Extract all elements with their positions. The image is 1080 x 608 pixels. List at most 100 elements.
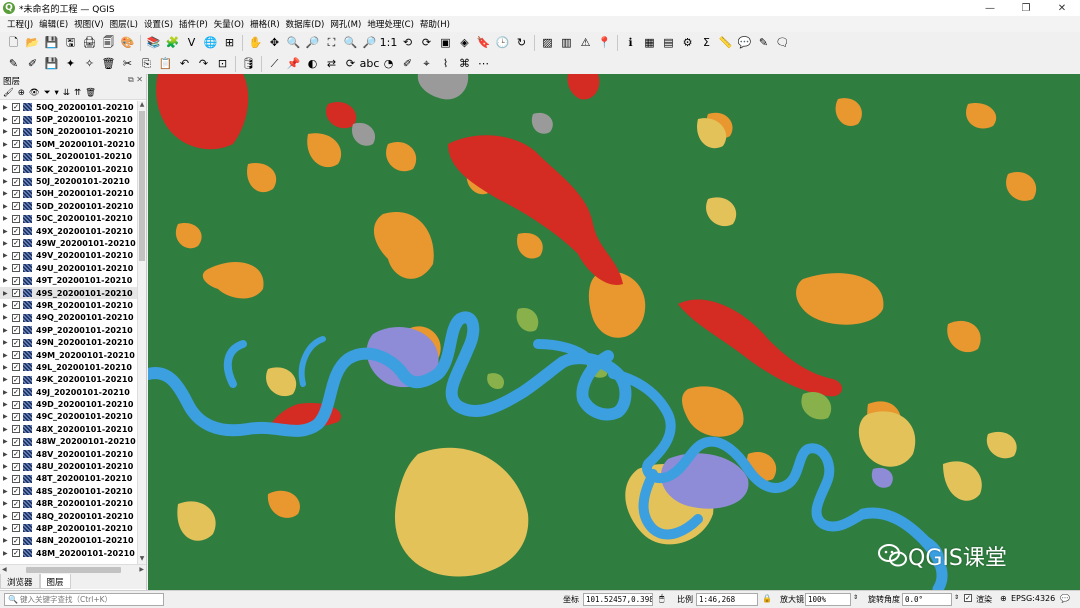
rotation-field[interactable]: 0.0° xyxy=(902,593,952,606)
add-vector-icon[interactable]: V xyxy=(184,35,200,51)
expand-arrow-icon[interactable]: ▶ xyxy=(3,451,12,458)
label-show-icon[interactable]: ◐ xyxy=(305,56,321,72)
layer-row[interactable]: ▶ ✓ 49P_20200101-20210 xyxy=(0,324,146,336)
expand-arrow-icon[interactable]: ▶ xyxy=(3,277,12,284)
style-manager-icon[interactable]: 🎨 xyxy=(120,35,136,51)
layer-row[interactable]: ▶ ✓ 49D_20200101-20210 xyxy=(0,398,146,410)
expand-arrow-icon[interactable]: ▶ xyxy=(3,166,12,173)
redo-icon[interactable]: ↷ xyxy=(196,56,212,72)
field-calc-icon[interactable]: ▤ xyxy=(661,35,677,51)
expand-arrow-icon[interactable]: ▶ xyxy=(3,128,12,135)
layer-visibility-checkbox[interactable]: ✓ xyxy=(12,251,20,260)
menu-item-6[interactable]: 矢量(O) xyxy=(211,18,247,30)
add-mesh-icon[interactable]: ⊞ xyxy=(222,35,238,51)
label-pin-icon[interactable]: 📌 xyxy=(286,56,302,72)
expand-arrow-icon[interactable]: ▶ xyxy=(3,203,12,210)
zoom-next-icon[interactable]: ⟳ xyxy=(419,35,435,51)
edit-pencil-icon[interactable]: ✎ xyxy=(6,56,22,72)
layer-visibility-checkbox[interactable]: ✓ xyxy=(12,165,20,174)
layer-row[interactable]: ▶ ✓ 50Q_20200101-20210 xyxy=(0,101,146,113)
menu-item-11[interactable]: 帮助(H) xyxy=(417,18,453,30)
layer-row[interactable]: ▶ ✓ 50L_20200101-20210 xyxy=(0,151,146,163)
maximize-button[interactable]: ❐ xyxy=(1008,0,1044,16)
save-as-icon[interactable]: 🖫 xyxy=(63,35,79,51)
expand-arrow-icon[interactable]: ▶ xyxy=(3,302,12,309)
map-tips-icon[interactable]: 💬 xyxy=(737,35,753,51)
layer-visibility-checkbox[interactable]: ✓ xyxy=(12,474,20,483)
bookmark-icon[interactable]: 🔖 xyxy=(476,35,492,51)
deselect-icon[interactable]: ⚠ xyxy=(578,35,594,51)
scale-lock-icon[interactable]: 🔒 xyxy=(762,594,772,603)
layer-tree-hscrollbar[interactable]: ◀ ▶ xyxy=(0,564,146,574)
scroll-right-icon[interactable]: ▶ xyxy=(139,566,144,573)
copy-features-icon[interactable]: ⎘ xyxy=(139,56,155,72)
layer-row[interactable]: ▶ ✓ 50M_20200101-20210 xyxy=(0,138,146,150)
tab-browser[interactable]: 浏览器 xyxy=(0,574,40,589)
add-wms-icon[interactable]: 🌐 xyxy=(203,35,219,51)
layer-row[interactable]: ▶ ✓ 50P_20200101-20210 xyxy=(0,113,146,125)
layer-visibility-checkbox[interactable]: ✓ xyxy=(12,276,20,285)
layer-row[interactable]: ▶ ✓ 48N_20200101-20210 xyxy=(0,535,146,547)
expand-arrow-icon[interactable]: ▶ xyxy=(3,475,12,482)
select-value-icon[interactable]: ▥ xyxy=(559,35,575,51)
layer-visibility-checkbox[interactable]: ✓ xyxy=(12,512,20,521)
layer-row[interactable]: ▶ ✓ 50H_20200101-20210 xyxy=(0,188,146,200)
layer-row[interactable]: ▶ ✓ 49W_20200101-20210 xyxy=(0,237,146,249)
expand-arrow-icon[interactable]: ▶ xyxy=(3,215,12,222)
expand-arrow-icon[interactable]: ▶ xyxy=(3,401,12,408)
expand-arrow-icon[interactable]: ▶ xyxy=(3,339,12,346)
save-project-icon[interactable]: 💾 xyxy=(44,35,60,51)
messages-icon[interactable]: 💬 xyxy=(1060,594,1070,603)
expand-arrow-icon[interactable]: ▶ xyxy=(3,364,12,371)
label-callout-icon[interactable]: ⌇ xyxy=(438,56,454,72)
layer-visibility-checkbox[interactable]: ✓ xyxy=(12,264,20,273)
layer-row[interactable]: ▶ ✓ 50D_20200101-20210 xyxy=(0,200,146,212)
land-cover-map[interactable] xyxy=(148,74,1080,590)
label-more-icon[interactable]: ⋯ xyxy=(476,56,492,72)
expand-arrow-icon[interactable]: ▶ xyxy=(3,190,12,197)
layer-row[interactable]: ▶ ✓ 48Q_20200101-20210 xyxy=(0,510,146,522)
refresh-icon[interactable]: ↻ xyxy=(514,35,530,51)
locator-search-input[interactable] xyxy=(19,595,160,604)
layer-visibility-checkbox[interactable]: ✓ xyxy=(12,425,20,434)
layer-row[interactable]: ▶ ✓ 49K_20200101-20210 xyxy=(0,374,146,386)
expand-arrow-icon[interactable]: ▶ xyxy=(3,426,12,433)
expand-arrow-icon[interactable]: ▶ xyxy=(3,252,12,259)
expand-arrow-icon[interactable]: ▶ xyxy=(3,413,12,420)
layer-row[interactable]: ▶ ✓ 50C_20200101-20210 xyxy=(0,213,146,225)
menu-item-8[interactable]: 数据库(D) xyxy=(283,18,328,30)
filter-icon[interactable]: ⏷ xyxy=(44,89,51,98)
layer-row[interactable]: ▶ ✓ 49T_20200101-20210 xyxy=(0,274,146,286)
pan-icon[interactable]: ✋ xyxy=(248,35,264,51)
crs-globe-icon[interactable]: ⊕ xyxy=(1000,594,1007,603)
measure-icon[interactable]: 📏 xyxy=(718,35,734,51)
select-location-icon[interactable]: 📍 xyxy=(597,35,613,51)
minimize-button[interactable]: — xyxy=(972,0,1008,16)
layer-row[interactable]: ▶ ✓ 48T_20200101-20210 xyxy=(0,473,146,485)
layer-visibility-checkbox[interactable]: ✓ xyxy=(12,487,20,496)
layer-row[interactable]: ▶ ✓ 49Q_20200101-20210 xyxy=(0,312,146,324)
expand-arrow-icon[interactable]: ▶ xyxy=(3,550,12,557)
layer-visibility-checkbox[interactable]: ✓ xyxy=(12,462,20,471)
layer-row[interactable]: ▶ ✓ 49S_20200101-20210 xyxy=(0,286,146,300)
add-feature-icon[interactable]: ✦ xyxy=(63,56,79,72)
identify-icon[interactable]: ℹ xyxy=(623,35,639,51)
expand-arrow-icon[interactable]: ▶ xyxy=(3,327,12,334)
layer-visibility-checkbox[interactable]: ✓ xyxy=(12,549,20,558)
text-annotation-icon[interactable]: 🗨 xyxy=(775,35,791,51)
expand-arrow-icon[interactable]: ▶ xyxy=(3,228,12,235)
expand-arrow-icon[interactable]: ▶ xyxy=(3,116,12,123)
expand-arrow-icon[interactable]: ▶ xyxy=(3,376,12,383)
expand-arrow-icon[interactable]: ▶ xyxy=(3,513,12,520)
layer-visibility-checkbox[interactable]: ✓ xyxy=(12,214,20,223)
expand-arrow-icon[interactable]: ▶ xyxy=(3,488,12,495)
expand-arrow-icon[interactable]: ▶ xyxy=(3,438,12,445)
layer-visibility-checkbox[interactable]: ✓ xyxy=(12,189,20,198)
expand-arrow-icon[interactable]: ▶ xyxy=(3,240,12,247)
layer-row[interactable]: ▶ ✓ 48W_20200101-20210 xyxy=(0,436,146,448)
add-raster-icon[interactable]: 🧩 xyxy=(165,35,181,51)
menu-item-2[interactable]: 视图(V) xyxy=(71,18,106,30)
layer-visibility-checkbox[interactable]: ✓ xyxy=(12,202,20,211)
scroll-up-icon[interactable]: ▲ xyxy=(138,101,146,110)
menu-item-5[interactable]: 插件(P) xyxy=(176,18,211,30)
